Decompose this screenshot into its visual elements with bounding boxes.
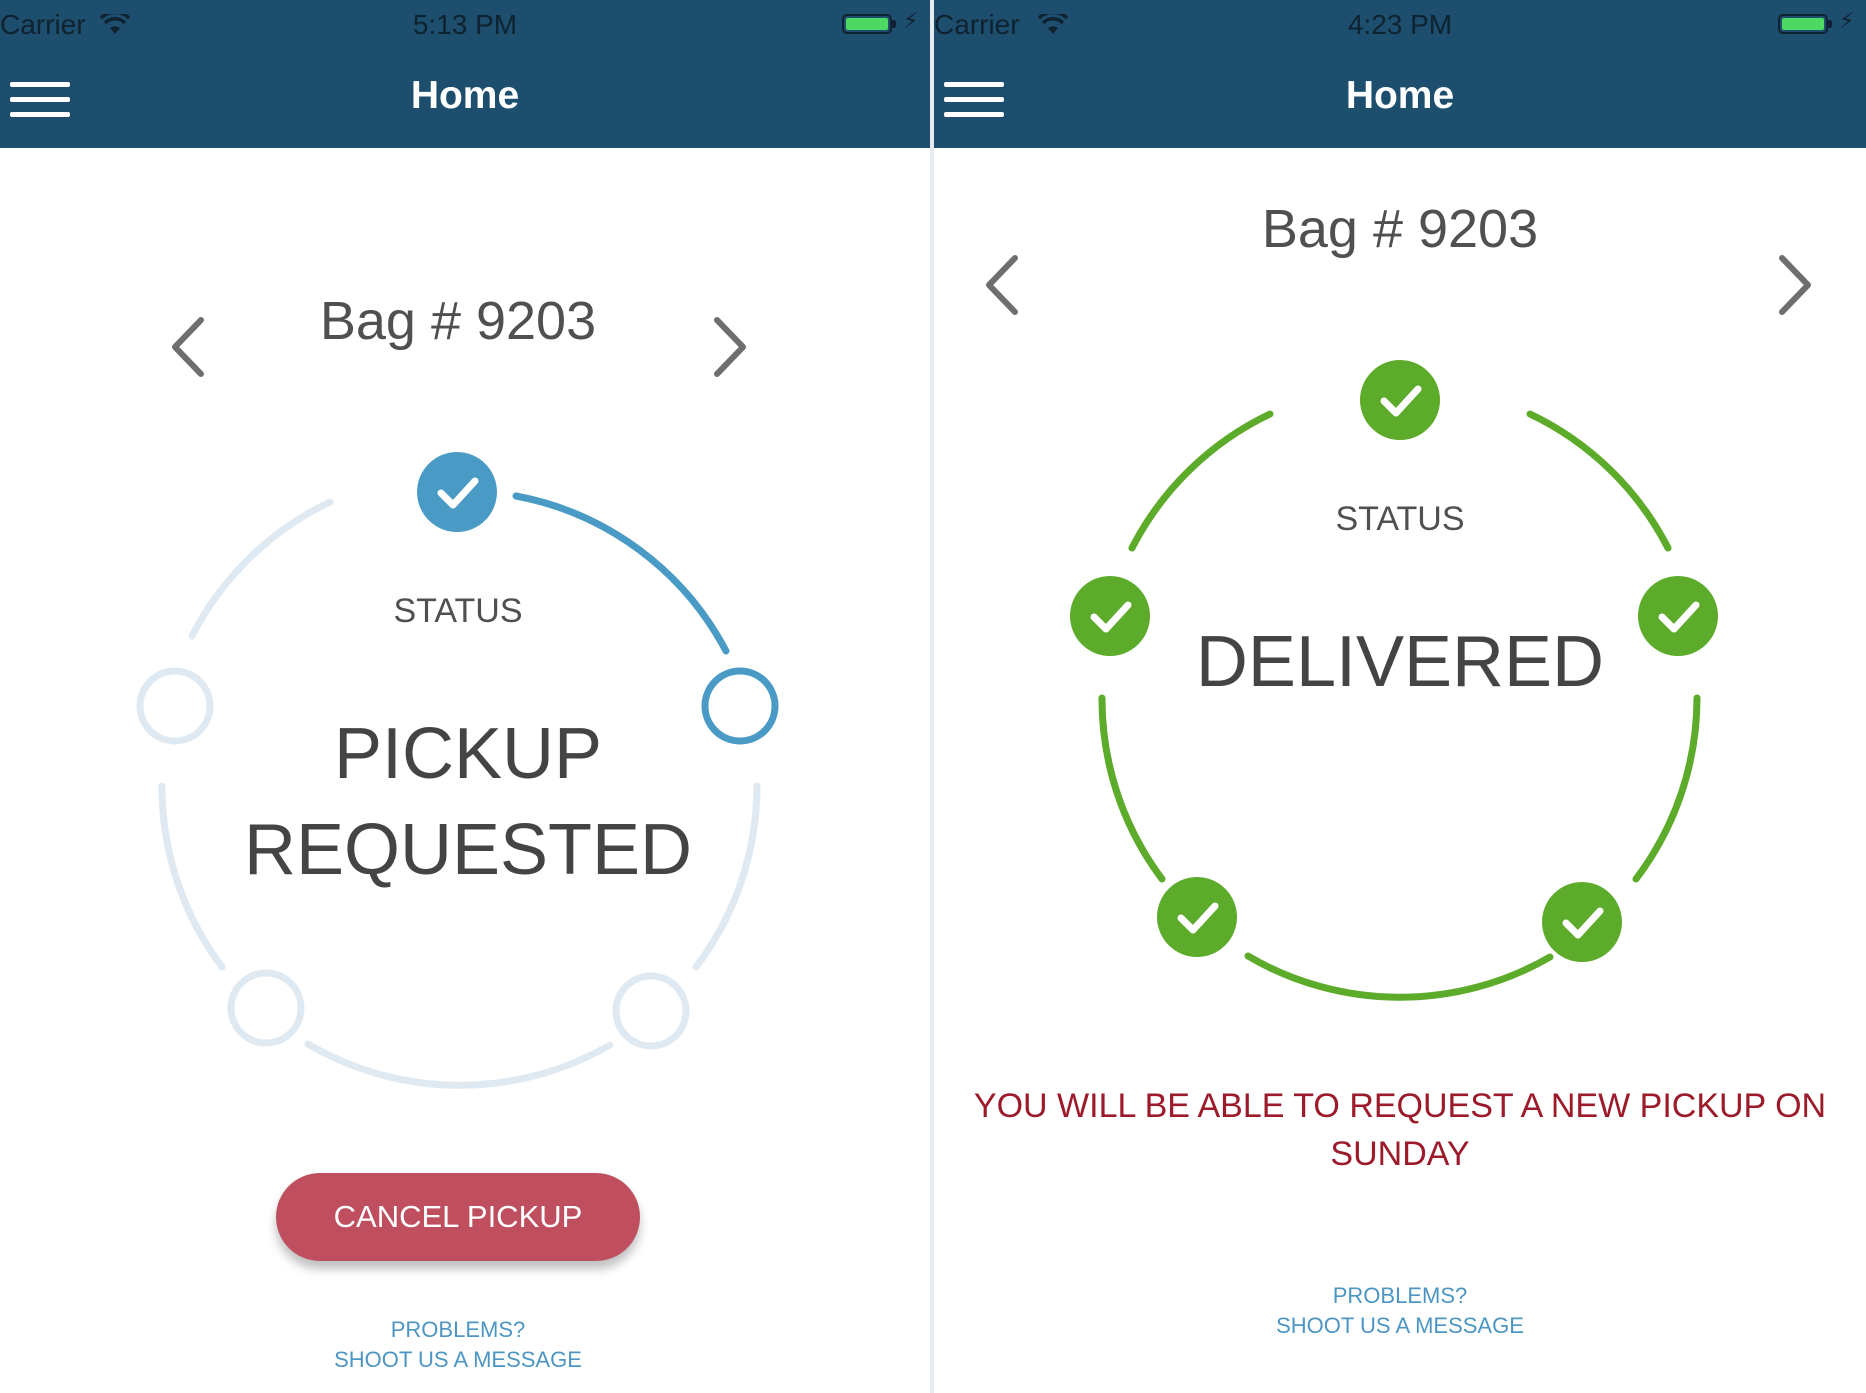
status-bar-time: 4:23 PM [1347, 9, 1453, 40]
navigation-bar: Home [0, 50, 930, 148]
status-bar-time: 5:13 PM [412, 9, 518, 40]
left-phone-screen: Carrier 5:13 PM ⚡ Home Bag # 9203 STATUS… [0, 0, 930, 1393]
pickup-notice-line-1: YOU WILL BE ABLE TO REQUEST A NEW PICKUP… [973, 1087, 1827, 1125]
step-5-pending-icon [136, 667, 214, 745]
step-4-pending-icon [227, 969, 305, 1047]
battery-tip [1828, 20, 1832, 28]
charging-bolt-icon: ⚡ [1839, 8, 1855, 33]
step-1-completed-icon [417, 452, 497, 532]
right-phone-screen: Carrier 4:23 PM ⚡ Home Bag # 9203 STATUS… [934, 0, 1866, 1393]
chevron-left-icon[interactable] [977, 250, 1027, 320]
status-bar: Carrier 5:13 PM ⚡ [0, 0, 930, 50]
page-title: Home [410, 74, 520, 117]
status-label: STATUS [393, 592, 523, 630]
page-title: Home [1345, 74, 1455, 117]
step-3-completed-icon [1542, 882, 1622, 962]
problems-link[interactable]: PROBLEMS? [1200, 1283, 1600, 1309]
battery-icon [842, 14, 892, 34]
problems-link[interactable]: PROBLEMS? [258, 1317, 658, 1343]
battery-tip [892, 20, 896, 28]
shoot-message-link[interactable]: SHOOT US A MESSAGE [258, 1347, 658, 1373]
charging-bolt-icon: ⚡ [903, 8, 919, 33]
bag-number-title: Bag # 9203 [1261, 199, 1539, 259]
step-3-pending-icon [612, 972, 690, 1050]
cancel-pickup-button[interactable]: CANCEL PICKUP [276, 1173, 640, 1261]
battery-icon [1778, 14, 1828, 34]
status-value: DELIVERED [1195, 622, 1605, 702]
chevron-right-icon[interactable] [1770, 250, 1820, 320]
pickup-notice-line-2: SUNDAY [1330, 1135, 1470, 1173]
bag-number-title: Bag # 9203 [319, 291, 597, 351]
navigation-bar: Home [934, 50, 1866, 148]
shoot-message-link[interactable]: SHOOT US A MESSAGE [1200, 1313, 1600, 1339]
chevron-left-icon[interactable] [163, 312, 213, 382]
step-4-completed-icon [1157, 877, 1237, 957]
status-value-line-1: PICKUP [333, 714, 603, 794]
chevron-right-icon[interactable] [705, 312, 755, 382]
status-value-line-2: REQUESTED [243, 810, 693, 890]
step-1-completed-icon [1360, 360, 1440, 440]
status-bar: Carrier 4:23 PM ⚡ [934, 0, 1866, 50]
status-label: STATUS [1335, 500, 1465, 538]
